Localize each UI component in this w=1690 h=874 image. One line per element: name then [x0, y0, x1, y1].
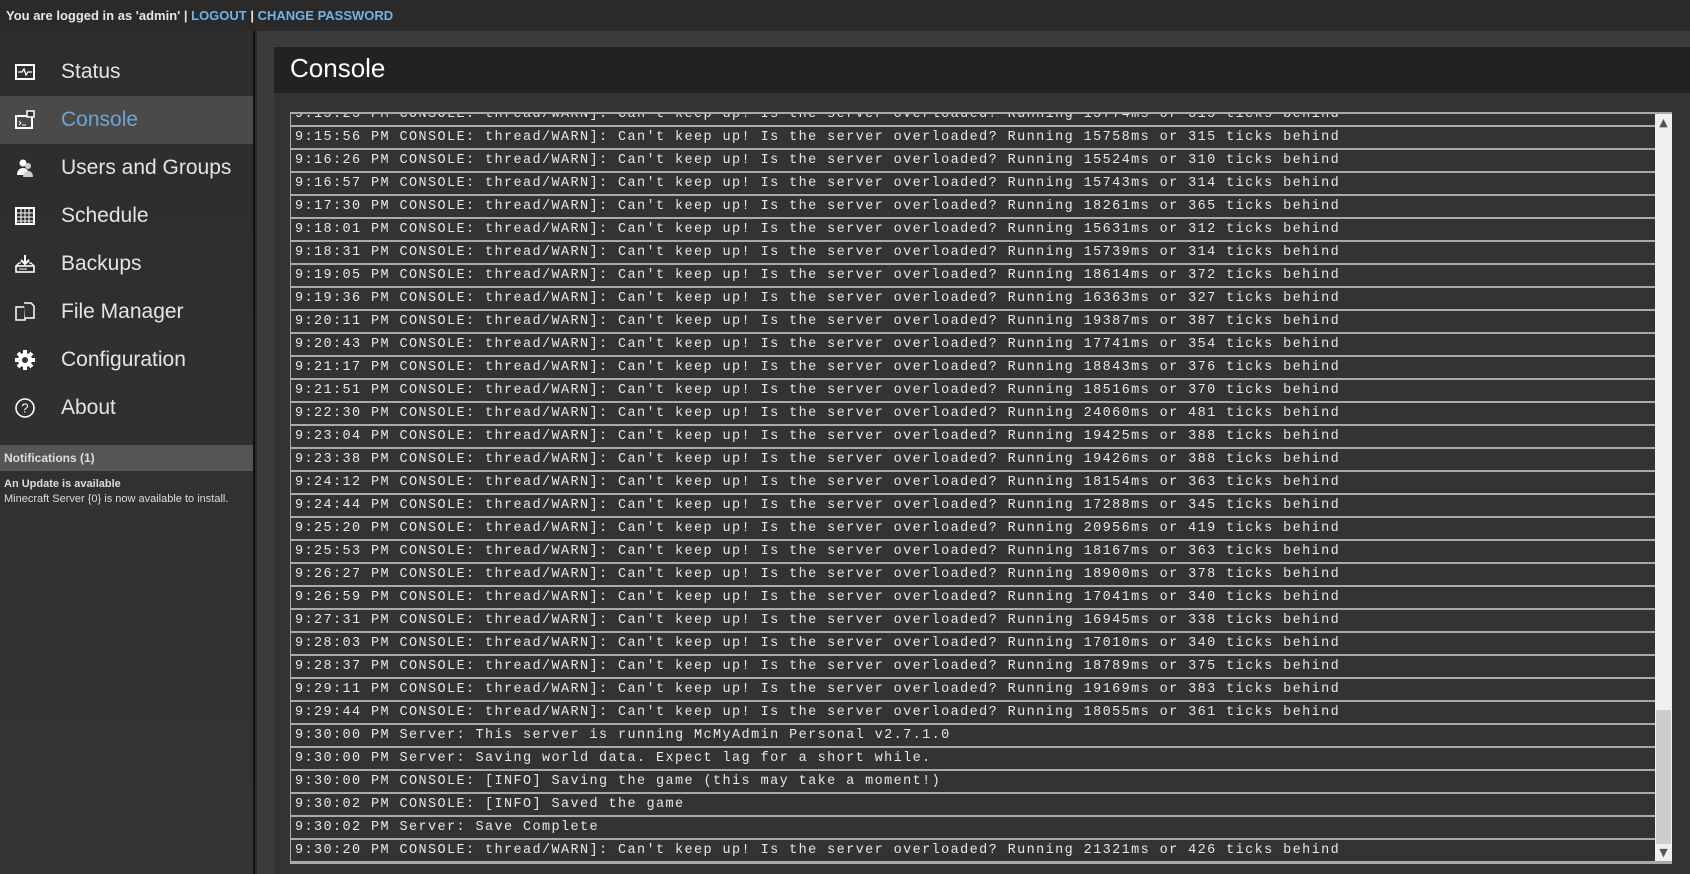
sidebar-item-console[interactable]: Console	[0, 96, 253, 144]
scrollbar[interactable]: ▲ ▼	[1655, 114, 1672, 861]
log-line: 9:20:43 PM CONSOLE: thread/WARN]: Can't …	[291, 332, 1655, 355]
sidebar-item-label: Schedule	[61, 204, 149, 227]
log-line: 9:22:30 PM CONSOLE: thread/WARN]: Can't …	[291, 401, 1655, 424]
console-log[interactable]: 9:15:25 PM CONSOLE: thread/WARN]: Can't …	[290, 112, 1672, 864]
page-title: Console	[274, 47, 1690, 93]
log-line: 9:28:03 PM CONSOLE: thread/WARN]: Can't …	[291, 631, 1655, 654]
backup-icon	[14, 253, 36, 275]
notification-message: Minecraft Server {0} is now available to…	[4, 493, 229, 505]
scroll-down-icon[interactable]: ▼	[1655, 844, 1672, 861]
log-line: 9:16:57 PM CONSOLE: thread/WARN]: Can't …	[291, 171, 1655, 194]
sidebar: Status Console Users and Groups Schedule Bac…	[0, 31, 255, 874]
log-line: 9:19:36 PM CONSOLE: thread/WARN]: Can't …	[291, 286, 1655, 309]
log-line: 9:30:02 PM CONSOLE: [INFO] Saved the gam…	[291, 792, 1655, 815]
sidebar-item-label: Backups	[61, 252, 142, 275]
separator: |	[250, 8, 254, 23]
log-line: 9:21:17 PM CONSOLE: thread/WARN]: Can't …	[291, 355, 1655, 378]
nav-list: Status Console Users and Groups Schedule Bac…	[0, 31, 253, 432]
status-icon	[14, 61, 36, 83]
schedule-icon	[14, 205, 36, 227]
sidebar-item-configuration[interactable]: Configuration	[0, 336, 253, 384]
users-icon	[14, 157, 36, 179]
log-line: 9:26:59 PM CONSOLE: thread/WARN]: Can't …	[291, 585, 1655, 608]
log-line: 9:24:44 PM CONSOLE: thread/WARN]: Can't …	[291, 493, 1655, 516]
log-line: 9:23:04 PM CONSOLE: thread/WARN]: Can't …	[291, 424, 1655, 447]
log-line: 9:30:00 PM CONSOLE: [INFO] Saving the ga…	[291, 769, 1655, 792]
help-icon: ?	[14, 397, 36, 419]
log-line: 9:24:12 PM CONSOLE: thread/WARN]: Can't …	[291, 470, 1655, 493]
log-line: 9:30:00 PM Server: Saving world data. Ex…	[291, 746, 1655, 769]
sidebar-item-label: About	[61, 396, 116, 419]
sidebar-item-schedule[interactable]: Schedule	[0, 192, 253, 240]
log-line: 9:18:01 PM CONSOLE: thread/WARN]: Can't …	[291, 217, 1655, 240]
notification-title: An Update is available	[4, 478, 121, 490]
log-line: 9:30:20 PM CONSOLE: thread/WARN]: Can't …	[291, 838, 1655, 861]
scroll-up-icon[interactable]: ▲	[1655, 114, 1672, 131]
log-line: 9:21:51 PM CONSOLE: thread/WARN]: Can't …	[291, 378, 1655, 401]
log-line: 9:29:11 PM CONSOLE: thread/WARN]: Can't …	[291, 677, 1655, 700]
sidebar-item-backups[interactable]: Backups	[0, 240, 253, 288]
top-bar: You are logged in as 'admin' | LOGOUT | …	[0, 0, 1690, 31]
gear-icon	[14, 349, 36, 371]
log-line: 9:17:30 PM CONSOLE: thread/WARN]: Can't …	[291, 194, 1655, 217]
notifications-header[interactable]: Notifications (1)	[0, 445, 253, 471]
log-line: 9:29:44 PM CONSOLE: thread/WARN]: Can't …	[291, 700, 1655, 723]
log-line: 9:15:25 PM CONSOLE: thread/WARN]: Can't …	[291, 114, 1655, 125]
main-area: Console 9:15:25 PM CONSOLE: thread/WARN]…	[257, 31, 1690, 874]
console-icon	[14, 109, 36, 131]
log-line: 9:30:00 PM Server: This server is runnin…	[291, 723, 1655, 746]
log-line: 9:23:38 PM CONSOLE: thread/WARN]: Can't …	[291, 447, 1655, 470]
log-line: 9:26:27 PM CONSOLE: thread/WARN]: Can't …	[291, 562, 1655, 585]
sidebar-item-label: Configuration	[61, 348, 186, 371]
sidebar-item-users-and-groups[interactable]: Users and Groups	[0, 144, 253, 192]
log-line: 9:30:02 PM Server: Save Complete	[291, 815, 1655, 838]
logout-link[interactable]: LOGOUT	[191, 8, 247, 23]
log-line: 9:28:37 PM CONSOLE: thread/WARN]: Can't …	[291, 654, 1655, 677]
svg-text:?: ?	[21, 401, 28, 416]
sidebar-item-label: File Manager	[61, 300, 184, 323]
log-line: 9:25:20 PM CONSOLE: thread/WARN]: Can't …	[291, 516, 1655, 539]
log-line: 9:19:05 PM CONSOLE: thread/WARN]: Can't …	[291, 263, 1655, 286]
sidebar-item-label: Console	[61, 108, 139, 131]
log-line: 9:25:53 PM CONSOLE: thread/WARN]: Can't …	[291, 539, 1655, 562]
sidebar-item-status[interactable]: Status	[0, 48, 253, 96]
sidebar-item-file-manager[interactable]: File Manager	[0, 288, 253, 336]
file-manager-icon	[14, 301, 36, 323]
log-line: 9:20:11 PM CONSOLE: thread/WARN]: Can't …	[291, 309, 1655, 332]
login-status: You are logged in as 'admin' |	[6, 8, 188, 23]
notification-item[interactable]: An Update is available Minecraft Server …	[0, 471, 253, 513]
log-line: 9:16:26 PM CONSOLE: thread/WARN]: Can't …	[291, 148, 1655, 171]
change-password-link[interactable]: CHANGE PASSWORD	[258, 8, 394, 23]
sidebar-item-label: Status	[61, 60, 121, 83]
log-line: 9:18:31 PM CONSOLE: thread/WARN]: Can't …	[291, 240, 1655, 263]
scrollbar-thumb[interactable]	[1656, 710, 1671, 844]
console-panel: Console 9:15:25 PM CONSOLE: thread/WARN]…	[274, 47, 1690, 874]
log-line: 9:15:56 PM CONSOLE: thread/WARN]: Can't …	[291, 125, 1655, 148]
log-rows: 9:15:25 PM CONSOLE: thread/WARN]: Can't …	[291, 114, 1655, 861]
sidebar-item-about[interactable]: ? About	[0, 384, 253, 432]
sidebar-item-label: Users and Groups	[61, 156, 232, 179]
log-line: 9:27:31 PM CONSOLE: thread/WARN]: Can't …	[291, 608, 1655, 631]
